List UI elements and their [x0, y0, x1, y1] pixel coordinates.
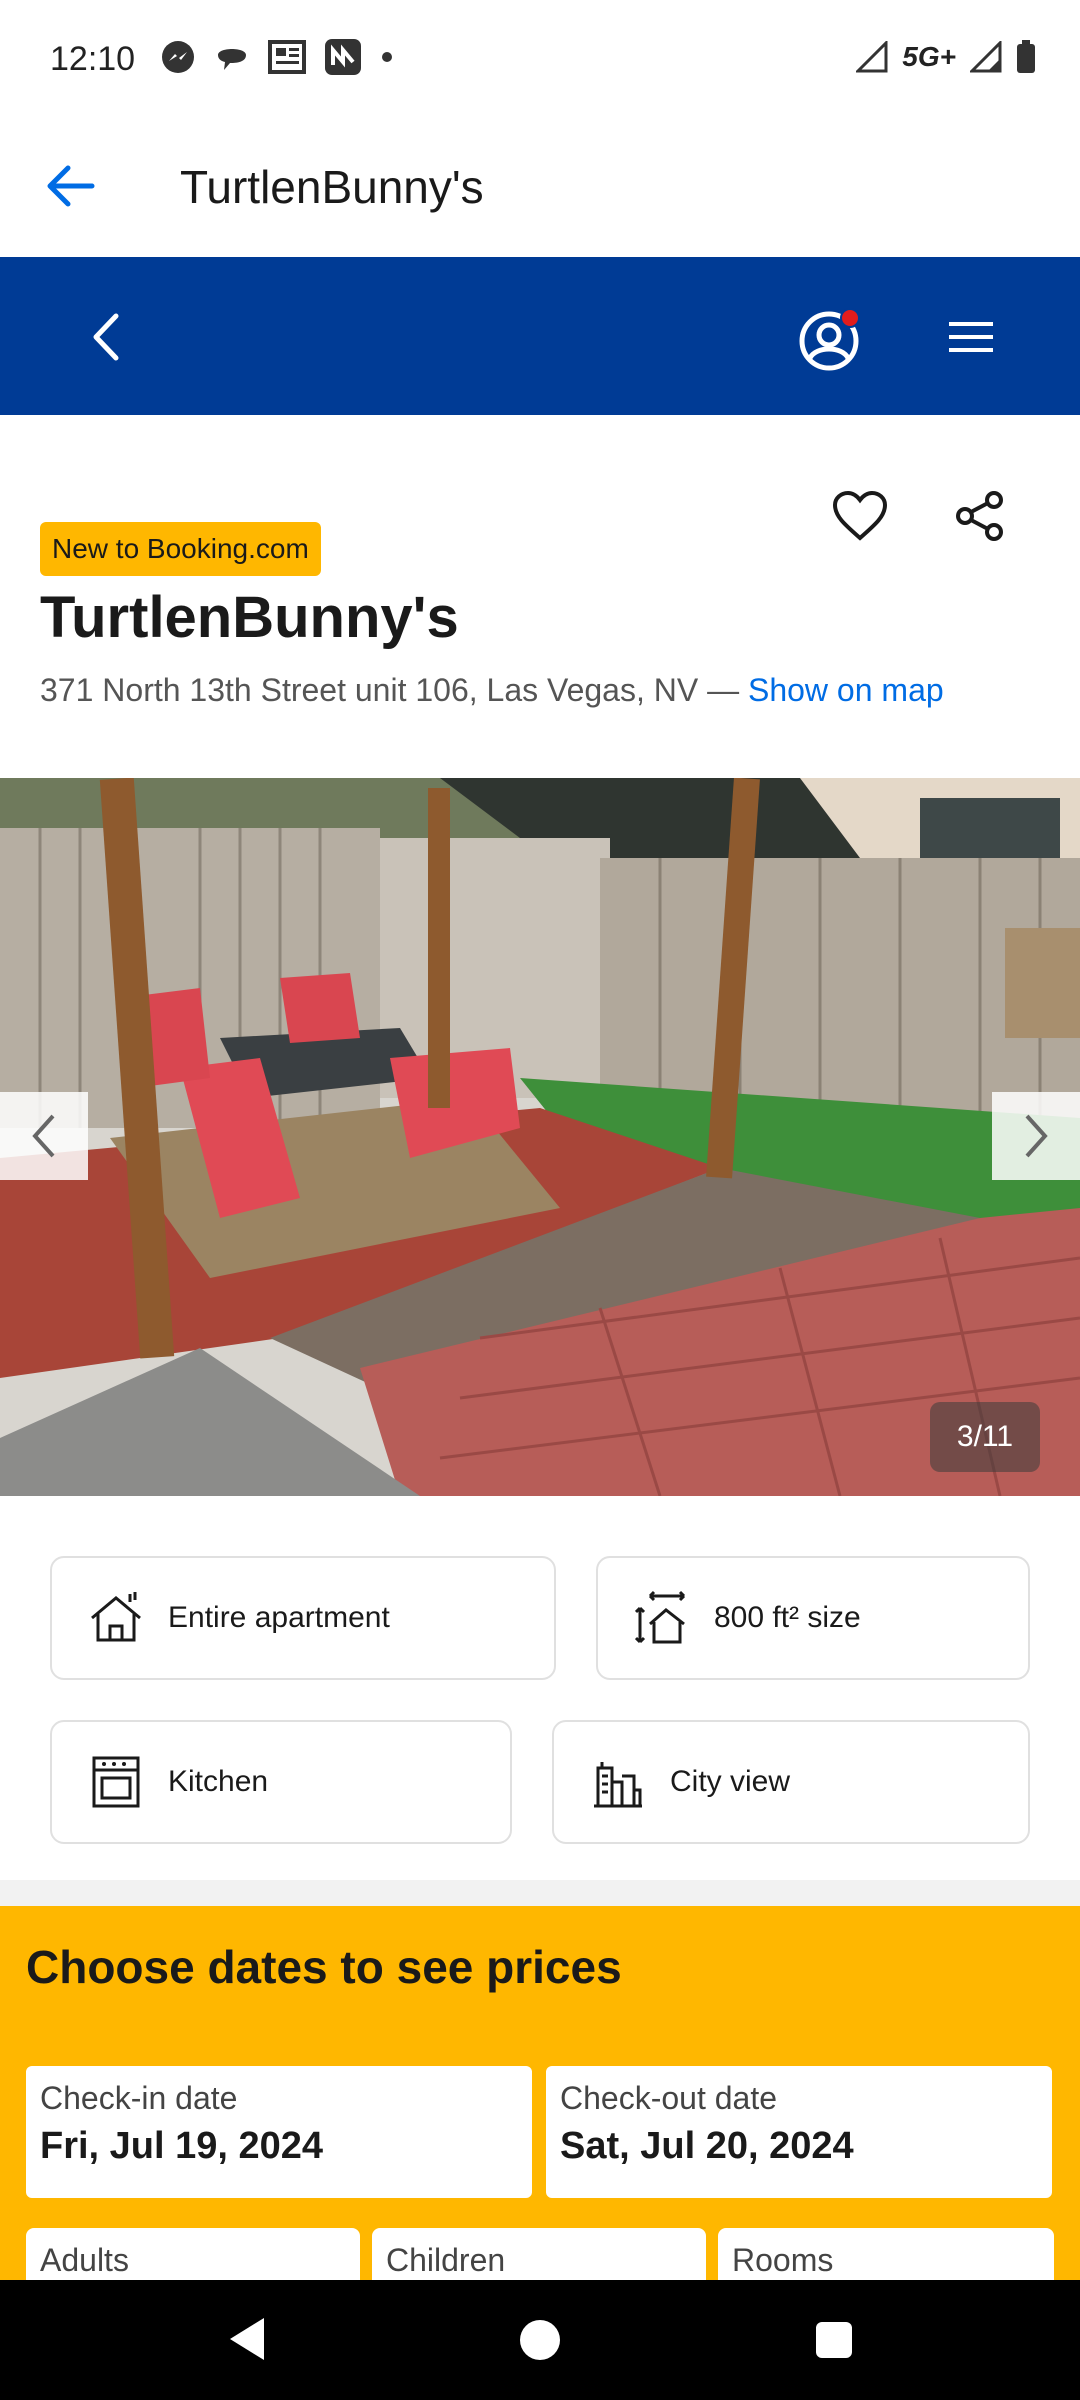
patio-photo	[0, 778, 1080, 1496]
section-divider	[0, 1880, 1080, 1906]
facility-city-view: City view	[552, 1720, 1030, 1844]
chevron-right-icon	[1025, 1114, 1048, 1158]
property-photo[interactable]	[0, 778, 1080, 1496]
heart-icon[interactable]	[832, 490, 888, 542]
facility-label: City view	[670, 1765, 791, 1798]
facility-label: Entire apartment	[168, 1601, 390, 1634]
address-text: 371 North 13th Street unit 106, Las Vega…	[40, 672, 740, 708]
dot-icon	[382, 52, 392, 62]
children-field[interactable]: Children	[372, 2228, 706, 2288]
facility-entire-apartment: Entire apartment	[50, 1556, 556, 1680]
circle-home-icon[interactable]	[518, 2318, 562, 2362]
rooms-field[interactable]: Rooms	[718, 2228, 1054, 2288]
property-address: 371 North 13th Street unit 106, Las Vega…	[40, 672, 944, 709]
app-bar	[0, 125, 1080, 257]
gallery-prev-button[interactable]	[0, 1092, 88, 1180]
signal-icon	[856, 41, 888, 73]
notification-dot	[840, 308, 860, 328]
new-property-badge: New to Booking.com	[40, 522, 321, 576]
show-on-map-link[interactable]: Show on map	[748, 672, 944, 708]
adults-field[interactable]: Adults	[26, 2228, 360, 2288]
status-time: 12:10	[50, 40, 136, 78]
messenger-icon	[162, 41, 194, 73]
house-icon	[91, 1592, 141, 1642]
site-header	[0, 257, 1080, 415]
adults-label: Adults	[40, 2242, 129, 2278]
square-recents-icon[interactable]	[814, 2320, 854, 2360]
chevron-left-icon[interactable]	[88, 312, 122, 362]
date-heading: Choose dates to see prices	[26, 1941, 622, 1993]
news-icon	[268, 40, 306, 74]
chevron-left-icon	[32, 1114, 55, 1158]
size-icon	[634, 1590, 686, 1644]
gallery-next-button[interactable]	[992, 1092, 1080, 1180]
facility-label: Kitchen	[168, 1765, 269, 1798]
checkout-label: Check-out date	[560, 2080, 778, 2116]
city-icon	[594, 1762, 642, 1808]
app-bar-title: TurtlenBunny's	[180, 161, 484, 213]
signal-icon	[970, 41, 1002, 73]
status-notification-icons	[160, 38, 394, 76]
rooms-label: Rooms	[732, 2242, 834, 2278]
property-name: TurtlenBunny's	[40, 585, 459, 650]
children-label: Children	[386, 2242, 506, 2278]
battery-icon	[1017, 40, 1035, 73]
facility-label: 800 ft² size	[714, 1601, 861, 1634]
account-icon[interactable]	[796, 304, 866, 374]
checkout-value: Sat, Jul 20, 2024	[560, 2125, 854, 2167]
kitchen-icon	[92, 1756, 140, 1808]
network-type: 5G+	[902, 41, 956, 72]
checkin-label: Check-in date	[40, 2080, 238, 2116]
share-icon[interactable]	[954, 490, 1006, 542]
facility-kitchen: Kitchen	[50, 1720, 512, 1844]
status-system-icons: 5G+	[856, 40, 1036, 74]
checkin-value: Fri, Jul 19, 2024	[40, 2125, 324, 2167]
triangle-back-icon[interactable]	[224, 2314, 270, 2364]
facility-size: 800 ft² size	[596, 1556, 1030, 1680]
photo-counter: 3/11	[930, 1402, 1040, 1472]
chat-icon	[218, 49, 246, 70]
checkout-date-field[interactable]: Check-out date Sat, Jul 20, 2024	[544, 2064, 1054, 2200]
app-icon	[325, 39, 361, 75]
arrow-left-icon[interactable]	[46, 164, 96, 208]
checkin-date-field[interactable]: Check-in date Fri, Jul 19, 2024	[24, 2064, 534, 2200]
hamburger-icon[interactable]	[947, 318, 995, 356]
